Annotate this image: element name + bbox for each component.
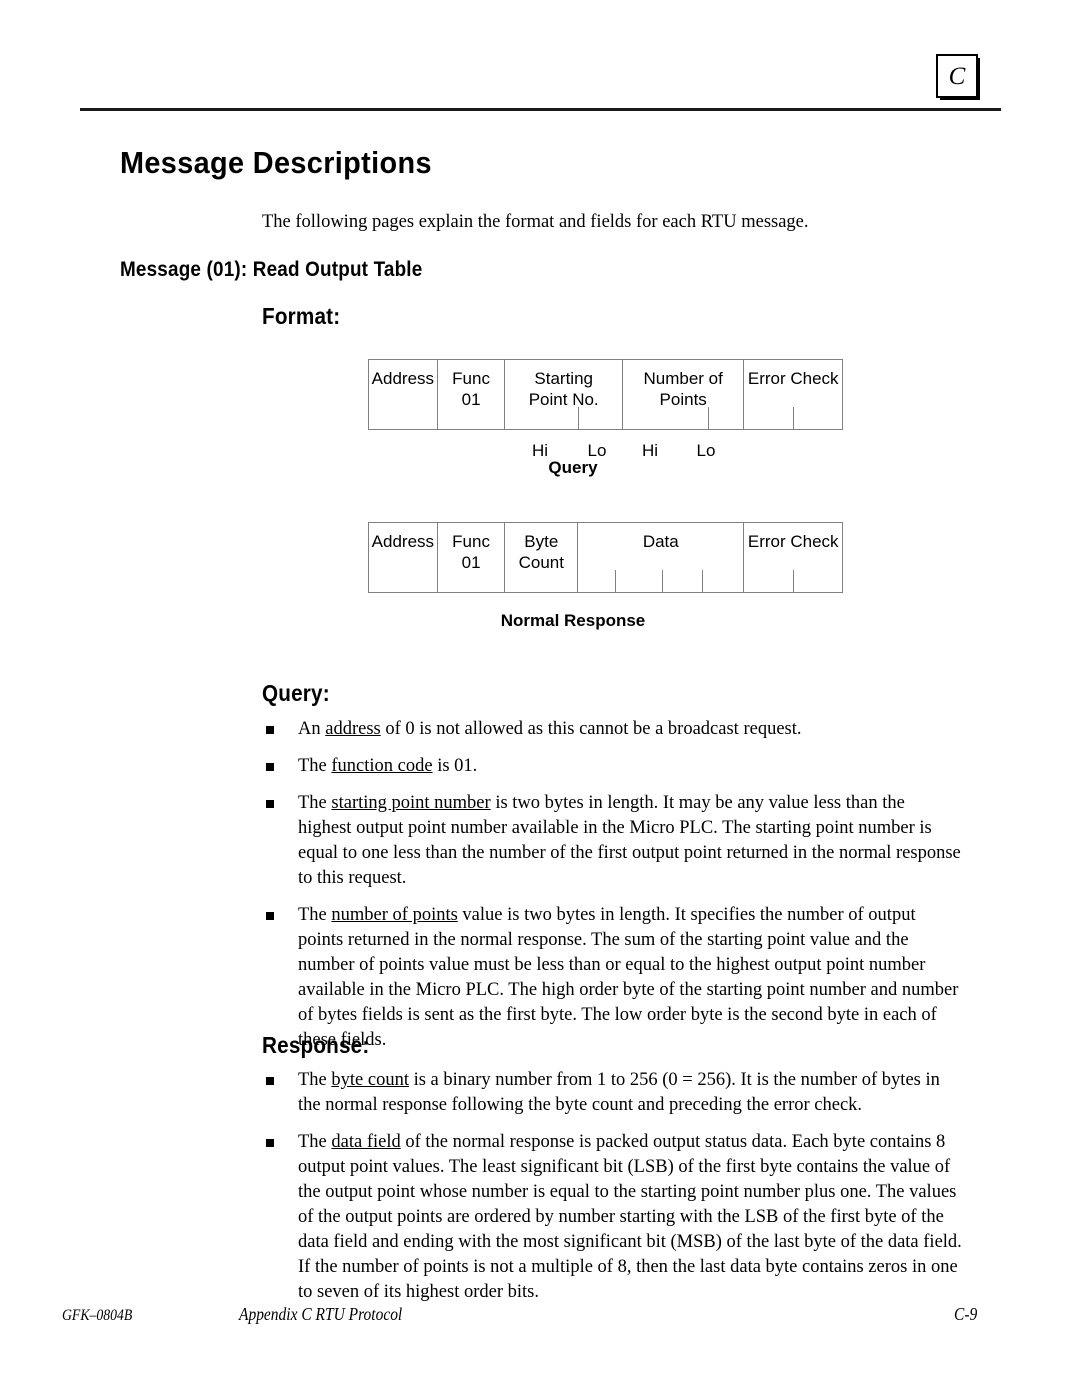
frame-cell-tick [793, 407, 795, 429]
bullet-text: An address of 0 is not allowed as this c… [298, 719, 802, 739]
frame-cell-label: Byte [524, 532, 559, 551]
bullet-item: The data field of the normal response is… [262, 1130, 962, 1305]
frame-cell-tick [615, 570, 617, 592]
normal-response-frame-caption: Normal Response [500, 611, 646, 630]
frame-cell: Number of Points [623, 360, 745, 429]
bullet-square-icon [266, 800, 274, 808]
frame-cell-label: Func [452, 532, 490, 551]
bullet-square-icon [266, 1077, 274, 1085]
footer-document-number: GFK–0804B [62, 1307, 133, 1324]
format-heading: Format: [262, 303, 341, 329]
frame-cell-tick [707, 407, 709, 429]
frame-cell-tick [702, 570, 704, 592]
frame-cell-label: 01 [461, 390, 481, 409]
normal-response-frame-diagram: Address Func 01 Byte Count Data Error Check No… [368, 522, 843, 630]
frame-cell-label: Starting [534, 369, 593, 388]
frame-cell: Address [369, 523, 438, 592]
tab-marker-face: C [936, 54, 978, 98]
query-bullet-list: An address of 0 is not allowed as this c… [262, 717, 962, 1065]
frame-cell-tick [793, 570, 795, 592]
frame-cell-label: Error Check [747, 532, 839, 551]
bullet-square-icon [266, 1139, 274, 1147]
frame-cell: Data [578, 523, 745, 592]
query-heading: Query: [262, 680, 330, 706]
bullet-square-icon [266, 912, 274, 920]
frame-cell-label: Address [371, 532, 435, 551]
frame-cell-label: Address [371, 369, 435, 388]
frame-cell: Starting Point No. [505, 360, 623, 429]
bullet-item: The function code is 01. [262, 754, 962, 779]
sublabel-lo-2: Lo [696, 441, 716, 460]
tab-marker-letter: C [948, 62, 966, 90]
message-heading: Message (01): Read Output Table [120, 258, 423, 281]
page-title: Message Descriptions [120, 145, 432, 180]
bullet-text: The starting point number is two bytes i… [298, 793, 961, 888]
footer-page-number: C-9 [954, 1304, 978, 1324]
query-frame-caption: Query [548, 458, 598, 477]
bullet-item: The byte count is a binary number from 1… [262, 1068, 962, 1118]
frame-cell: Func 01 [438, 523, 506, 592]
bullet-text: The function code is 01. [298, 756, 478, 776]
bullet-square-icon [266, 726, 274, 734]
frame-cell: Error Check [744, 523, 842, 592]
bullet-item: The number of points value is two bytes … [262, 903, 962, 1053]
bullet-item: The starting point number is two bytes i… [262, 791, 962, 891]
normal-response-frame: Address Func 01 Byte Count Data Error Check [368, 522, 843, 593]
response-bullet-list: The byte count is a binary number from 1… [262, 1068, 962, 1317]
frame-cell-label: Func [452, 369, 490, 388]
frame-cell: Error Check [744, 360, 842, 429]
appendix-tab-marker: C [936, 54, 980, 100]
frame-cell-label: Data [642, 532, 679, 551]
bullet-text: The data field of the normal response is… [298, 1132, 962, 1302]
header-rule [80, 108, 1001, 111]
frame-cell-label: Error Check [747, 369, 839, 388]
bullet-text: The number of points value is two bytes … [298, 905, 959, 1050]
frame-cell: Func 01 [438, 360, 506, 429]
frame-cell-label: Points [659, 390, 707, 409]
frame-cell-label: Number of [643, 369, 723, 388]
bullet-item: An address of 0 is not allowed as this c… [262, 717, 962, 742]
query-frame: Address Func 01 Starting Point No. Number of P… [368, 359, 843, 430]
frame-cell: Address [369, 360, 438, 429]
intro-paragraph: The following pages explain the format a… [262, 212, 809, 232]
frame-cell-label: Point No. [528, 390, 599, 409]
sublabel-hi-2: Hi [641, 441, 659, 460]
bullet-square-icon [266, 763, 274, 771]
response-heading: Response: [262, 1032, 370, 1058]
frame-cell: Byte Count [505, 523, 579, 592]
footer-section-title: Appendix C RTU Protocol [239, 1304, 403, 1324]
query-frame-diagram: Address Func 01 Starting Point No. Number of P… [368, 359, 843, 477]
frame-cell-label: 01 [461, 553, 481, 572]
bullet-text: The byte count is a binary number from 1… [298, 1070, 940, 1115]
frame-cell-label: Count [518, 553, 564, 572]
frame-cell-tick [662, 570, 664, 592]
frame-cell-tick [578, 407, 580, 429]
